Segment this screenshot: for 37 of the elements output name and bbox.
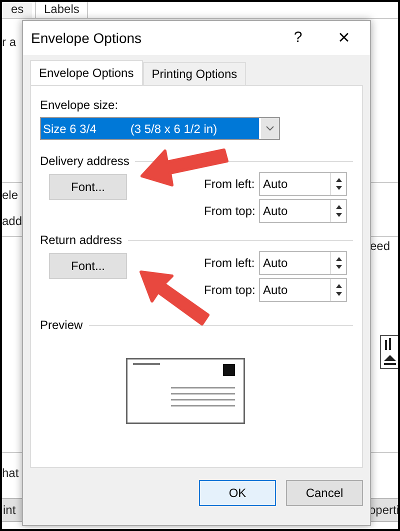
tab[interactable]: Envelope Options bbox=[30, 60, 143, 85]
partial-text: add bbox=[2, 214, 22, 228]
partial-text: eed bbox=[370, 239, 390, 253]
spin-field[interactable]: Auto bbox=[259, 199, 347, 223]
tab[interactable]: Printing Options bbox=[142, 62, 246, 85]
field-value: Auto bbox=[262, 176, 289, 193]
window-title: Envelope Options bbox=[31, 28, 143, 48]
tab[interactable]: Labels bbox=[35, 2, 88, 18]
spin-field[interactable]: Auto bbox=[259, 278, 347, 302]
document-icon[interactable] bbox=[380, 335, 398, 369]
dialog-button[interactable]: OK bbox=[199, 480, 276, 506]
dropdown-value: (3 5/8 x 6 1/2 in) bbox=[130, 120, 218, 138]
partial-text: hat bbox=[2, 466, 19, 480]
spin-field[interactable]: Auto bbox=[259, 172, 347, 196]
dropdown-value: Size 6 3/4 bbox=[43, 120, 96, 138]
field-label: From left: bbox=[204, 255, 256, 272]
field-label: From left: bbox=[204, 176, 256, 193]
spin-field[interactable]: Auto bbox=[259, 251, 347, 275]
section-heading: Delivery address bbox=[40, 153, 130, 170]
envelope-size-dropdown[interactable]: Size 6 3/4 (3 5/8 x 6 1/2 in) bbox=[40, 117, 280, 140]
dialog-button[interactable]: Cancel bbox=[286, 480, 363, 506]
field-label: From top: bbox=[204, 203, 256, 220]
close-button[interactable]: × bbox=[332, 26, 356, 50]
font-button[interactable]: Font... bbox=[49, 253, 127, 279]
partial-text: r a bbox=[2, 35, 16, 49]
font-button[interactable]: Font... bbox=[49, 174, 127, 200]
section-heading: Preview bbox=[40, 317, 83, 334]
field-value: Auto bbox=[262, 282, 289, 299]
section-heading: Return address bbox=[40, 232, 122, 249]
field-label: Envelope size: bbox=[40, 98, 120, 112]
field-label: From top: bbox=[204, 282, 256, 299]
help-button[interactable]: ? bbox=[288, 26, 308, 50]
caret-icon bbox=[266, 126, 274, 131]
partial-text: ele bbox=[2, 188, 18, 202]
field-value: Auto bbox=[262, 203, 289, 220]
tab[interactable]: es bbox=[3, 2, 32, 18]
field-value: Auto bbox=[262, 255, 289, 272]
